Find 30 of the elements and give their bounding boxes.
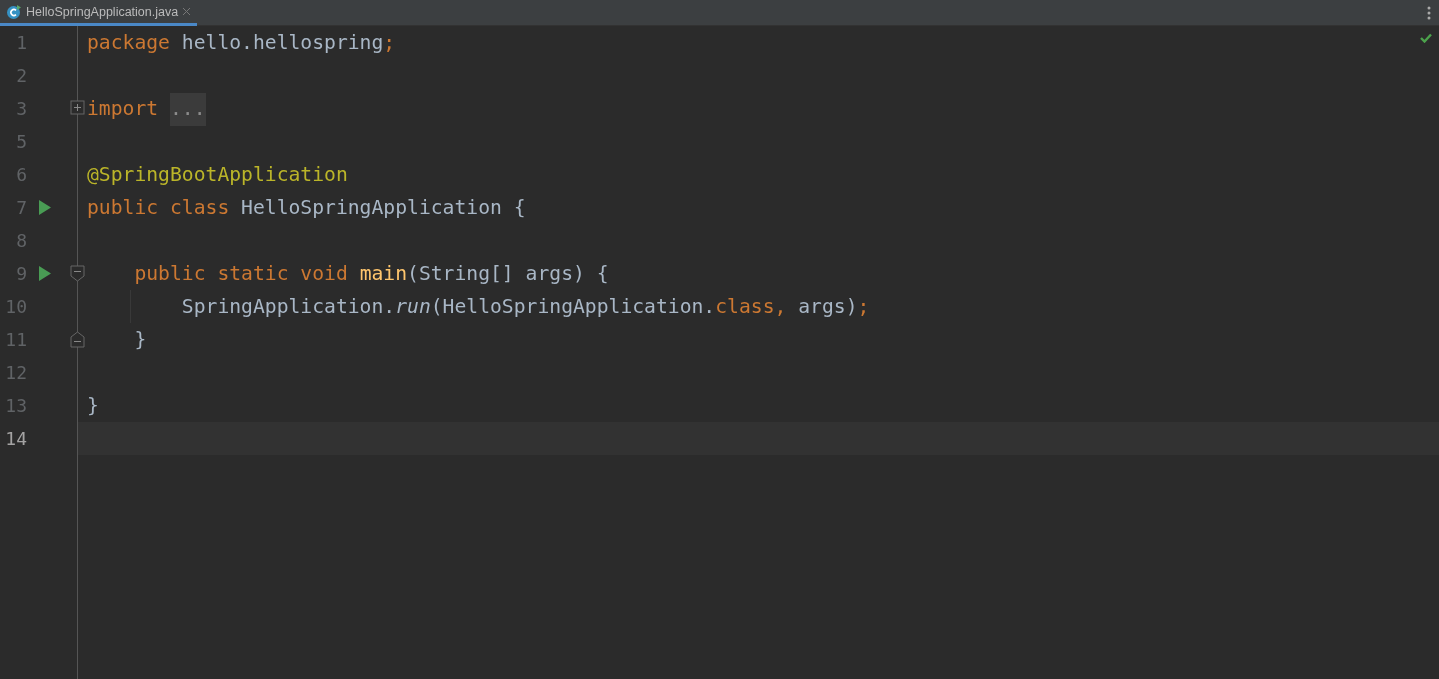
class-file-icon <box>6 3 22 20</box>
code-line: } <box>133 327 147 353</box>
collapse-fold-icon[interactable] <box>70 331 85 348</box>
expand-fold-icon[interactable] <box>70 100 85 115</box>
run-icon[interactable] <box>39 200 51 215</box>
line-number: 8 <box>15 230 27 251</box>
line-number: 1 <box>15 32 27 53</box>
line-number: 3 <box>15 98 27 119</box>
more-options-icon[interactable] <box>1427 5 1431 20</box>
line-number: 10 <box>4 296 27 317</box>
code-line: import ... <box>87 92 206 125</box>
code-line: public static void main(String[] args) { <box>133 261 609 287</box>
line-number: 9 <box>15 263 27 284</box>
collapse-fold-icon[interactable] <box>70 265 85 282</box>
code-line: package hello.hellospring; <box>87 30 396 56</box>
code-line: public class HelloSpringApplication { <box>87 195 526 221</box>
line-number: 14 <box>4 428 27 449</box>
checkmark-icon <box>1420 33 1432 43</box>
code-line: SpringApplication.run(HelloSpringApplication.class, args); <box>180 294 870 320</box>
run-icon[interactable] <box>39 266 51 281</box>
line-number: 13 <box>4 395 27 416</box>
line-number: 12 <box>4 362 27 383</box>
line-number: 11 <box>4 329 27 350</box>
code-line: } <box>87 393 99 419</box>
line-number: 2 <box>15 65 27 86</box>
line-number: 7 <box>15 197 27 218</box>
close-icon[interactable] <box>182 7 192 16</box>
line-number: 6 <box>15 164 27 185</box>
code-line: @SpringBootApplication <box>87 162 348 188</box>
line-number: 5 <box>15 131 27 152</box>
